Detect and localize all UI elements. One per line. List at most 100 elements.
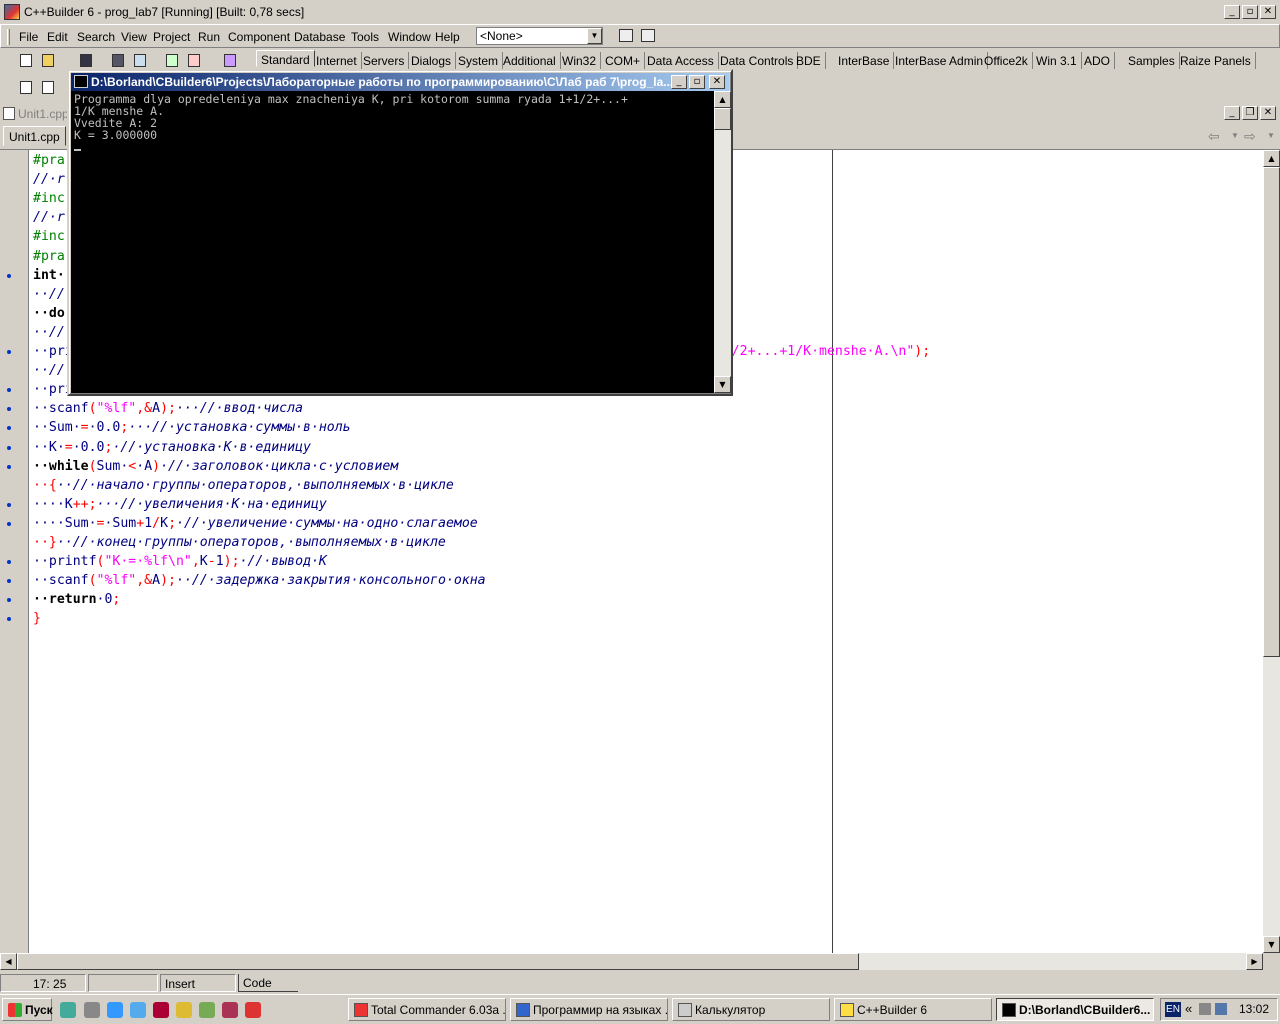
save-icon[interactable] — [76, 51, 96, 71]
executable-line-marker[interactable] — [7, 502, 11, 507]
task-total-commander[interactable]: Total Commander 6.03a ... — [348, 998, 506, 1021]
outlook-icon[interactable] — [130, 1002, 146, 1018]
palette-tab-interbase[interactable]: InterBase — [834, 52, 895, 69]
palette-tab-data-access[interactable]: Data Access — [643, 52, 719, 69]
executable-line-marker[interactable] — [7, 350, 11, 354]
executable-line-marker[interactable] — [7, 273, 11, 278]
tray-icon[interactable] — [1199, 1003, 1211, 1015]
palette-tab-internet[interactable]: Internet — [312, 52, 362, 69]
executable-line-marker[interactable] — [7, 464, 11, 469]
palette-tab-bde[interactable]: BDE — [792, 52, 826, 69]
close-button[interactable]: ✕ — [1260, 5, 1276, 19]
palette-tab-win32[interactable]: Win32 — [558, 52, 602, 69]
minimize-button[interactable]: _ — [1224, 5, 1240, 19]
menu-window[interactable]: Window — [388, 30, 431, 44]
chevron-down-icon[interactable]: ▼ — [587, 28, 602, 44]
menu-component[interactable]: Component — [228, 30, 290, 44]
console-close-button[interactable]: ✕ — [709, 75, 725, 89]
palette-tab-interbase-admin[interactable]: InterBase Admin — [891, 52, 989, 69]
language-indicator[interactable]: EN — [1165, 1002, 1181, 1017]
quicklaunch-icon[interactable] — [176, 1002, 192, 1018]
menu-run[interactable]: Run — [198, 30, 220, 44]
executable-line-marker[interactable] — [7, 560, 11, 565]
palette-tab-standard[interactable]: Standard — [256, 50, 315, 67]
add-to-project-icon[interactable] — [162, 51, 182, 71]
palette-tab-additional[interactable]: Additional — [499, 52, 561, 69]
palette-tab-servers[interactable]: Servers — [359, 52, 410, 69]
forward-arrow-icon[interactable]: ⇨ — [1244, 128, 1256, 145]
add-to-config-icon[interactable] — [616, 26, 636, 46]
back-arrow-icon[interactable]: ⇦ — [1208, 128, 1220, 145]
tray-expand-icon[interactable]: « — [1185, 1001, 1192, 1016]
console-scrollbar[interactable]: ▲ ▼ — [714, 91, 731, 393]
executable-line-marker[interactable] — [7, 617, 11, 622]
chevron-down-icon[interactable]: ▼ — [1231, 131, 1239, 140]
editor-restore-button[interactable]: ❐ — [1242, 106, 1258, 120]
tab-unit1-cpp[interactable]: Unit1.cpp — [3, 126, 66, 146]
view-unit-icon[interactable] — [38, 78, 58, 98]
remove-from-project-icon[interactable] — [184, 51, 204, 71]
new-file-icon[interactable] — [16, 51, 36, 71]
menu-edit[interactable]: Edit — [47, 30, 68, 44]
horizontal-scroll-thumb[interactable] — [17, 953, 859, 970]
configuration-combo[interactable]: <None> ▼ — [476, 27, 603, 45]
palette-tab-com-[interactable]: COM+ — [601, 52, 646, 69]
start-button[interactable]: Пуск — [2, 998, 53, 1021]
console-maximize-button[interactable]: ▫ — [689, 75, 705, 89]
task-cbuilder[interactable]: C++Builder 6 — [834, 998, 992, 1021]
ie-icon[interactable] — [107, 1002, 123, 1018]
quicklaunch-icon[interactable] — [199, 1002, 215, 1018]
horizontal-scrollbar[interactable]: ◀ ▶ — [0, 953, 1263, 970]
console-minimize-button[interactable]: _ — [671, 75, 687, 89]
menu-tools[interactable]: Tools — [351, 30, 379, 44]
menu-help[interactable]: Help — [435, 30, 460, 44]
palette-tab-office2k[interactable]: Office2k — [980, 52, 1033, 69]
executable-line-marker[interactable] — [7, 445, 11, 450]
palette-tab-raize-panels[interactable]: Raize Panels — [1176, 52, 1256, 69]
menu-database[interactable]: Database — [294, 30, 345, 44]
console-window[interactable]: D:\Borland\CBuilder6\Projects\Лабораторн… — [67, 69, 733, 396]
editor-gutter[interactable] — [0, 150, 29, 953]
palette-tab-system[interactable]: System — [454, 52, 504, 69]
menu-file[interactable]: File — [19, 30, 38, 44]
executable-line-marker[interactable] — [7, 521, 11, 526]
scroll-down-icon[interactable]: ▼ — [714, 376, 731, 393]
editor-close-button[interactable]: ✕ — [1260, 106, 1276, 120]
quicklaunch-icon[interactable] — [60, 1002, 76, 1018]
scroll-left-icon[interactable]: ◀ — [0, 953, 17, 970]
editor-minimize-button[interactable]: _ — [1224, 106, 1240, 120]
remove-from-config-icon[interactable] — [638, 26, 658, 46]
open-folder-icon[interactable] — [38, 51, 58, 71]
maximize-button[interactable]: ▫ — [1242, 5, 1258, 19]
scroll-down-icon[interactable]: ▼ — [1263, 936, 1280, 953]
console-scroll-thumb[interactable] — [714, 108, 731, 130]
scroll-up-icon[interactable]: ▲ — [714, 91, 731, 108]
console-title-bar[interactable]: D:\Borland\CBuilder6\Projects\Лабораторн… — [71, 73, 729, 91]
scroll-right-icon[interactable]: ▶ — [1246, 953, 1263, 970]
scroll-up-icon[interactable]: ▲ — [1263, 150, 1280, 167]
vertical-scroll-thumb[interactable] — [1263, 167, 1280, 657]
quicklaunch-icon[interactable] — [222, 1002, 238, 1018]
palette-tab-ado[interactable]: ADO — [1080, 52, 1116, 69]
executable-line-marker[interactable] — [7, 579, 11, 584]
executable-line-marker[interactable] — [7, 426, 11, 431]
executable-line-marker[interactable] — [7, 407, 11, 412]
palette-tab-win-3-1[interactable]: Win 3.1 — [1032, 52, 1082, 69]
task-word-document[interactable]: Программир на языках ... — [510, 998, 668, 1021]
tab-code[interactable]: Code — [238, 974, 298, 992]
palette-tab-data-controls[interactable]: Data Controls — [716, 52, 799, 69]
console-output[interactable]: Programma dlya opredeleniya max znacheni… — [71, 91, 714, 393]
main-title-bar[interactable]: C++Builder 6 - prog_lab7 [Running] [Buil… — [0, 0, 1280, 24]
palette-tab-samples[interactable]: Samples — [1124, 52, 1180, 69]
open-project-icon[interactable] — [130, 51, 150, 71]
task-console[interactable]: D:\Borland\CBuilder6... — [996, 998, 1154, 1021]
network-icon[interactable] — [1215, 1003, 1227, 1015]
chevron-down-icon[interactable]: ▼ — [1267, 131, 1275, 140]
save-all-icon[interactable] — [108, 51, 128, 71]
menu-project[interactable]: Project — [153, 30, 190, 44]
palette-tab-dialogs[interactable]: Dialogs — [407, 52, 457, 69]
menu-view[interactable]: View — [121, 30, 147, 44]
help-contents-icon[interactable] — [220, 51, 240, 71]
save-icon[interactable] — [153, 1002, 169, 1018]
quicklaunch-icon[interactable] — [84, 1002, 100, 1018]
